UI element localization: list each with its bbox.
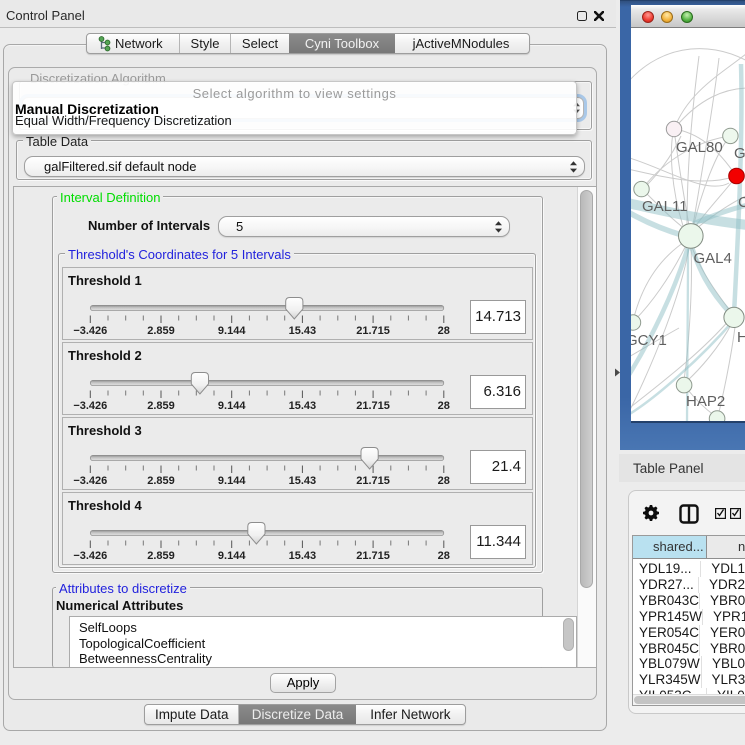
svg-text:9.144: 9.144 (218, 400, 246, 412)
svg-text:2.859: 2.859 (147, 475, 175, 487)
svg-text:15.43: 15.43 (289, 475, 317, 487)
svg-text:−3.426: −3.426 (73, 550, 107, 562)
svg-text:21.715: 21.715 (356, 550, 390, 562)
svg-text:9.144: 9.144 (218, 550, 246, 562)
svg-text:2.859: 2.859 (147, 325, 175, 337)
svg-text:28: 28 (438, 325, 450, 337)
svg-text:GAL80: GAL80 (676, 139, 723, 156)
svg-text:28: 28 (438, 550, 450, 562)
svg-text:GAL4: GAL4 (694, 250, 732, 267)
svg-text:−3.426: −3.426 (73, 325, 107, 337)
svg-text:2.859: 2.859 (147, 400, 175, 412)
svg-text:21.715: 21.715 (356, 325, 390, 337)
svg-text:15.43: 15.43 (289, 550, 317, 562)
svg-text:15.43: 15.43 (289, 325, 317, 337)
svg-text:15.43: 15.43 (289, 400, 317, 412)
svg-text:28: 28 (438, 400, 450, 412)
svg-text:−3.426: −3.426 (73, 400, 107, 412)
svg-text:H: H (737, 329, 745, 346)
svg-text:−3.426: −3.426 (73, 475, 107, 487)
svg-text:9.144: 9.144 (218, 325, 246, 337)
svg-text:21.715: 21.715 (356, 400, 390, 412)
svg-text:2.859: 2.859 (147, 550, 175, 562)
svg-text:GAL11: GAL11 (642, 198, 688, 215)
svg-text:GA: GA (734, 145, 745, 162)
svg-text:HAP2: HAP2 (686, 393, 725, 410)
svg-text:9.144: 9.144 (218, 475, 246, 487)
svg-text:GCY1: GCY1 (631, 332, 667, 349)
svg-text:28: 28 (438, 475, 450, 487)
svg-text:21.715: 21.715 (356, 475, 390, 487)
svg-text:C: C (738, 194, 745, 211)
